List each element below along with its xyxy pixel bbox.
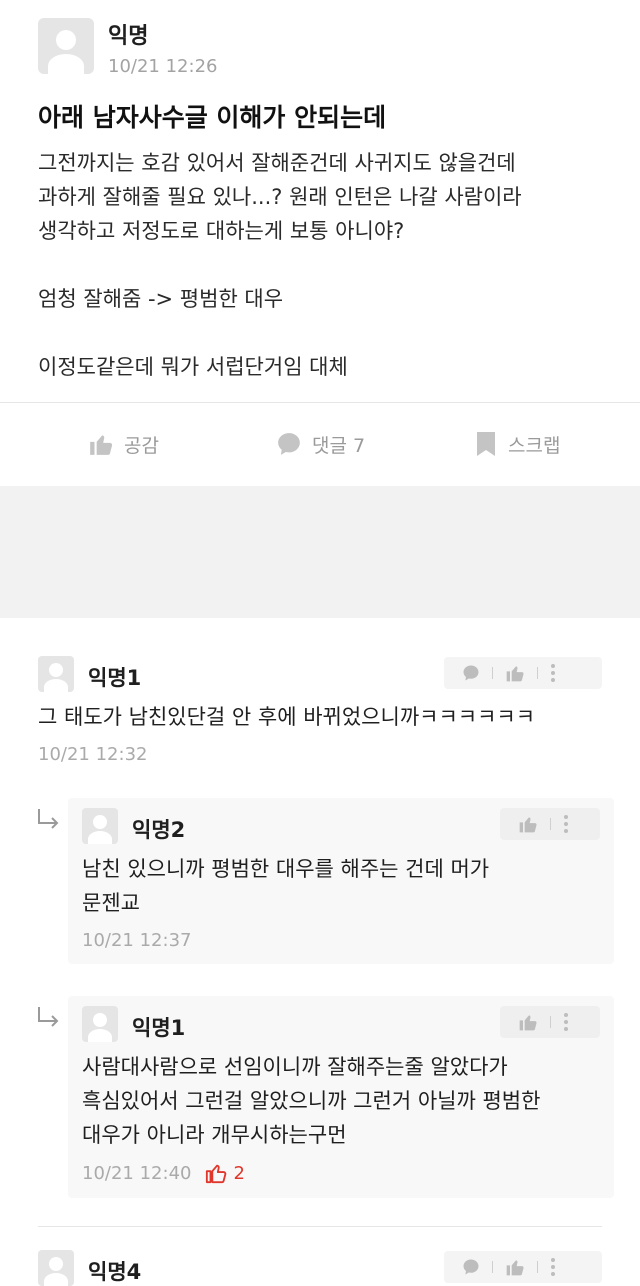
like-count: 2 [233, 1162, 245, 1184]
reply-author-name: 익명2 [132, 818, 186, 842]
reply-arrow-icon [38, 809, 59, 829]
reply-author-avatar [82, 808, 118, 844]
comment-toolbox [444, 657, 602, 689]
reply-text-line: 사람대사람으로 선임이니까 잘해주는줄 알았다가 [82, 1055, 508, 1079]
reply-card: 익명2 남친 있으니까 평범한 대우를 해주는 건데 머가 문젠교 10/21 … [68, 798, 614, 964]
reply-card: 익명1 사람대사람으로 선임이니까 잘해주는줄 알았다가 흑심있어서 그런걸 알… [68, 996, 614, 1198]
section-separator [0, 486, 640, 618]
comment-like-icon[interactable] [505, 663, 525, 683]
post-body-line: 이정도같은데 뭐가 서럽단거임 대체 [38, 355, 348, 379]
reply-toolbox [500, 1006, 600, 1038]
comment-author-avatar [38, 1250, 74, 1286]
more-options-icon[interactable] [563, 1012, 569, 1032]
comment-count-label: 댓글 7 [312, 434, 366, 457]
comment-like-icon[interactable] [518, 814, 538, 834]
post-body-line: 과하게 잘해줄 필요 있나...? 원래 인턴은 나갈 사람이라 [38, 185, 522, 209]
more-options-icon[interactable] [550, 663, 556, 683]
speech-bubble-icon [278, 433, 300, 455]
post-author-name: 익명 [108, 24, 149, 49]
more-options-icon[interactable] [550, 1257, 556, 1277]
reply-text-line: 문젠교 [82, 891, 140, 915]
comment-toolbox [444, 1251, 602, 1283]
post-title: 아래 남자사수글 이해가 안되는데 [38, 103, 387, 132]
reply-text: 남친 있으니까 평범한 대우를 해주는 건데 머가 문젠교 [82, 852, 489, 920]
comment-button[interactable]: 댓글 7 [276, 428, 365, 460]
comment-divider [38, 1226, 602, 1227]
scrap-label: 스크랩 [508, 434, 561, 457]
like-label: 공감 [124, 434, 159, 457]
scrap-button[interactable]: 스크랩 [474, 428, 560, 460]
post-author-avatar [38, 18, 94, 74]
reply-text-line: 남친 있으니까 평범한 대우를 해주는 건데 머가 [82, 857, 490, 881]
reply-meta-row: 10/21 12:40 2 [82, 1162, 245, 1184]
post-body-line: 엄청 잘해줌 -> 평범한 대우 [38, 287, 284, 311]
thumbs-up-icon [90, 435, 113, 455]
reply-author-name: 익명1 [132, 1016, 186, 1040]
reply-text-line: 대우가 아니라 개무시하는구먼 [82, 1123, 347, 1147]
reply-text-line: 흑심있어서 그런걸 알았으니까 그런거 아닐까 평범한 [82, 1089, 541, 1113]
reply-author-avatar [82, 1006, 118, 1042]
comment-author-name: 익명1 [88, 666, 142, 690]
reply-arrow-icon [38, 1007, 59, 1027]
comment-like-icon[interactable] [505, 1257, 525, 1277]
post-body-line: 그전까지는 호감 있어서 잘해준건데 사귀지도 않을건데 [38, 151, 516, 175]
more-options-icon[interactable] [563, 814, 569, 834]
comment-author-avatar [38, 656, 74, 692]
reply-text: 사람대사람으로 선임이니까 잘해주는줄 알았다가 흑심있어서 그런걸 알았으니까… [82, 1050, 540, 1152]
comment-like-icon[interactable] [518, 1012, 538, 1032]
reply-toolbox [500, 808, 600, 840]
like-count-icon [206, 1164, 227, 1184]
post-divider [0, 402, 640, 403]
bookmark-icon [477, 432, 495, 456]
like-button[interactable]: 공감 [88, 428, 159, 460]
post-body: 그전까지는 호감 있어서 잘해준건데 사귀지도 않을건데 과하게 잘해줄 필요 … [38, 146, 522, 384]
reply-time: 10/21 12:40 [82, 1162, 192, 1184]
comment-time: 10/21 12:32 [38, 744, 148, 765]
reply-icon[interactable] [462, 1258, 480, 1276]
comment-author-name: 익명4 [88, 1260, 142, 1284]
reply-icon[interactable] [462, 664, 480, 682]
comment-text: 그 태도가 남친있단걸 안 후에 바뀌었으니까ㅋㅋㅋㅋㅋㅋ [38, 705, 536, 729]
post-time: 10/21 12:26 [108, 56, 218, 77]
reply-time: 10/21 12:37 [82, 930, 192, 951]
post-body-line: 생각하고 저정도로 대하는게 보통 아니야? [38, 219, 405, 243]
